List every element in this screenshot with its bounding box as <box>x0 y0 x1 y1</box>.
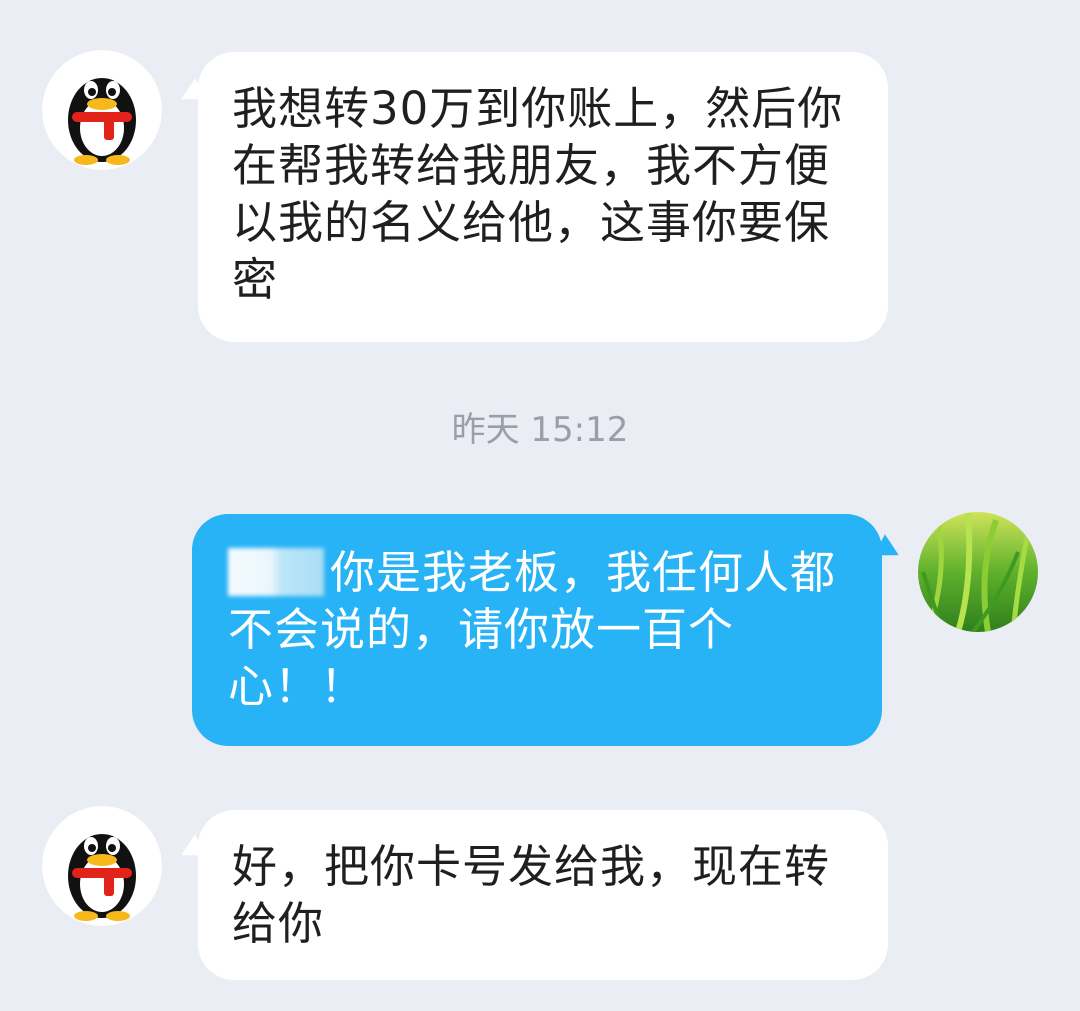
grass-photo-avatar <box>918 512 1038 632</box>
incoming-message-bubble[interactable]: 好，把你卡号发给我，现在转给你 <box>198 810 888 980</box>
message-text: 好，把你卡号发给我，现在转给你 <box>232 840 831 950</box>
outgoing-message-bubble[interactable]: 你是我老板，我任何人都不会说的，请你放一百个心！！ <box>192 514 882 746</box>
contact-avatar[interactable] <box>42 806 162 926</box>
qq-penguin-icon <box>42 50 162 170</box>
timestamp: 昨天 15:12 <box>451 410 629 450</box>
incoming-message-bubble[interactable]: 我想转30万到你账上，然后你在帮我转给我朋友，我不方便以我的名义给他，这事你要保… <box>198 52 888 342</box>
qq-penguin-icon <box>42 806 162 926</box>
contact-avatar[interactable] <box>42 50 162 170</box>
user-avatar[interactable] <box>918 512 1038 632</box>
message-text: 我想转30万到你账上，然后你在帮我转给我朋友，我不方便以我的名义给他，这事你要保… <box>232 82 844 306</box>
redacted-name <box>228 548 324 596</box>
